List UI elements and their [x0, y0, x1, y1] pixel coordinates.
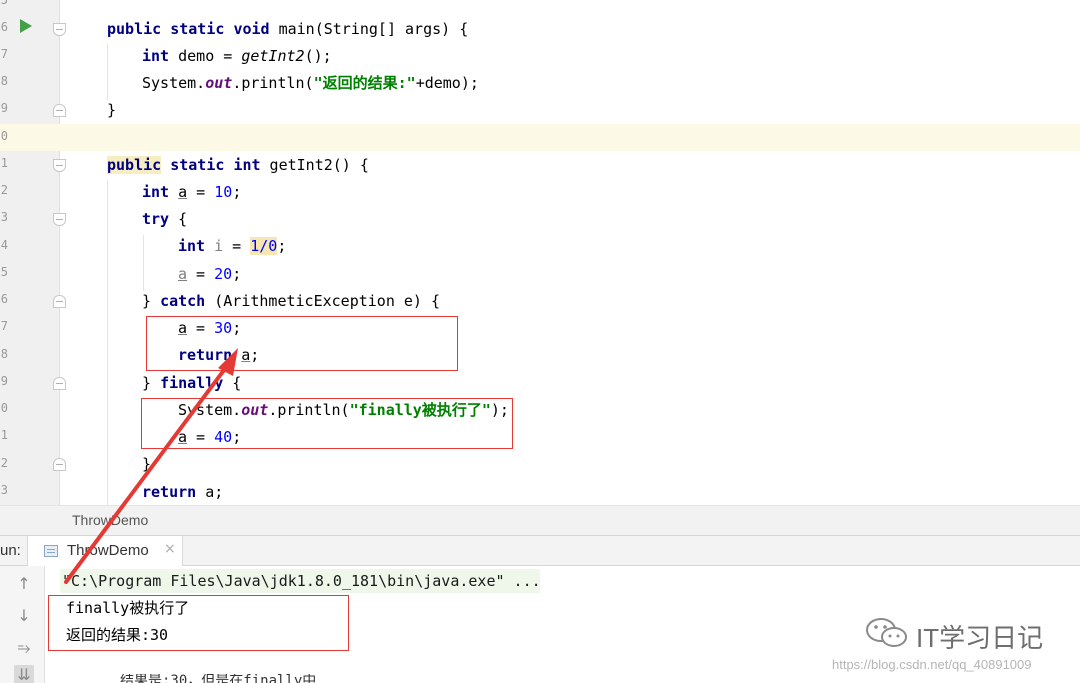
console-icon [44, 545, 58, 557]
line-number: 8 [0, 74, 8, 88]
line-number: 3 [0, 483, 8, 497]
breadcrumb-bar: ThrowDemo [0, 505, 1080, 535]
line-number: 1 [0, 156, 8, 170]
console-toolbar: ↑ ↓ ⥱ ⇊ [0, 566, 45, 683]
soft-wrap-icon[interactable]: ⥱ [14, 638, 34, 658]
line-number: 0 [0, 129, 8, 143]
code-editor[interactable]: 5 6 7 8 9 0 1 2 3 4 5 6 7 8 9 0 1 2 3 pu… [0, 0, 1080, 505]
code-line-print-result: System.out.println("返回的结果:"+demo); [142, 74, 479, 92]
line-number: 8 [0, 347, 8, 361]
code-line-demo: int demo = getInt2(); [142, 47, 332, 65]
indent-guide [107, 180, 108, 505]
fold-icon[interactable] [53, 295, 66, 308]
cropped-text-line: 结果是:30，但是在finally中 [120, 674, 317, 683]
breadcrumb-class[interactable]: ThrowDemo [72, 512, 148, 528]
arrow-up-icon[interactable]: ↑ [14, 574, 34, 594]
code-line-try: try { [142, 210, 188, 228]
code-line-catch: } catch (ArithmeticException e) { [142, 292, 441, 310]
code-line-getint-signature: public static int getInt2() { [107, 156, 369, 174]
line-number: 9 [0, 101, 8, 115]
line-number: 7 [0, 319, 8, 333]
indent-guide [143, 235, 144, 291]
line-number: 5 [0, 0, 8, 7]
run-main-icon[interactable] [20, 19, 32, 33]
current-line-highlight [0, 124, 1080, 151]
run-tab-label: ThrowDemo [67, 542, 149, 559]
line-number: 6 [0, 292, 8, 306]
arrow-down-icon[interactable]: ↓ [14, 606, 34, 626]
close-icon[interactable]: × [164, 541, 176, 557]
line-number: 5 [0, 265, 8, 279]
line-number: 2 [0, 183, 8, 197]
run-tab-throwdemo[interactable]: ThrowDemo × [27, 536, 183, 566]
editor-gutter [0, 0, 60, 505]
code-line-return-end: return a; [142, 483, 224, 501]
code-line-close-main: } [107, 101, 117, 119]
fold-icon[interactable] [53, 104, 66, 117]
watermark-title: IT学习日记 [916, 623, 1044, 653]
watermark-url: https://blog.csdn.net/qq_40891009 [832, 657, 1032, 672]
fold-icon[interactable] [53, 377, 66, 390]
wechat-logo-icon [866, 618, 907, 647]
fold-icon[interactable] [53, 213, 66, 226]
line-number: 2 [0, 456, 8, 470]
line-number: 4 [0, 238, 8, 252]
code-line-a20: a = 20; [178, 265, 242, 283]
line-number: 6 [0, 20, 8, 34]
code-line-divide: int i = 1/0; [178, 237, 287, 255]
scroll-to-end-icon[interactable]: ⇊ [14, 665, 34, 683]
code-line-main-signature: public static void main(String[] args) { [107, 20, 469, 38]
line-number: 3 [0, 210, 8, 224]
indent-guide [107, 44, 108, 100]
annotation-box-catch [146, 316, 458, 371]
run-panel-label: un: [0, 542, 21, 559]
fold-icon[interactable] [53, 458, 66, 471]
annotation-box-output [48, 595, 349, 651]
line-number: 1 [0, 428, 8, 442]
console-command-line: "C:\Program Files\Java\jdk1.8.0_181\bin\… [60, 569, 541, 593]
fold-icon[interactable] [53, 23, 66, 36]
code-line-a-decl: int a = 10; [142, 183, 242, 201]
line-number: 9 [0, 374, 8, 388]
line-number: 7 [0, 47, 8, 61]
code-line-finally: } finally { [142, 374, 242, 392]
code-line-close-finally: } [142, 455, 152, 473]
run-panel-header: un: ThrowDemo × [0, 535, 1080, 566]
fold-icon[interactable] [53, 159, 66, 172]
annotation-box-finally [141, 398, 513, 449]
line-number: 0 [0, 401, 8, 415]
